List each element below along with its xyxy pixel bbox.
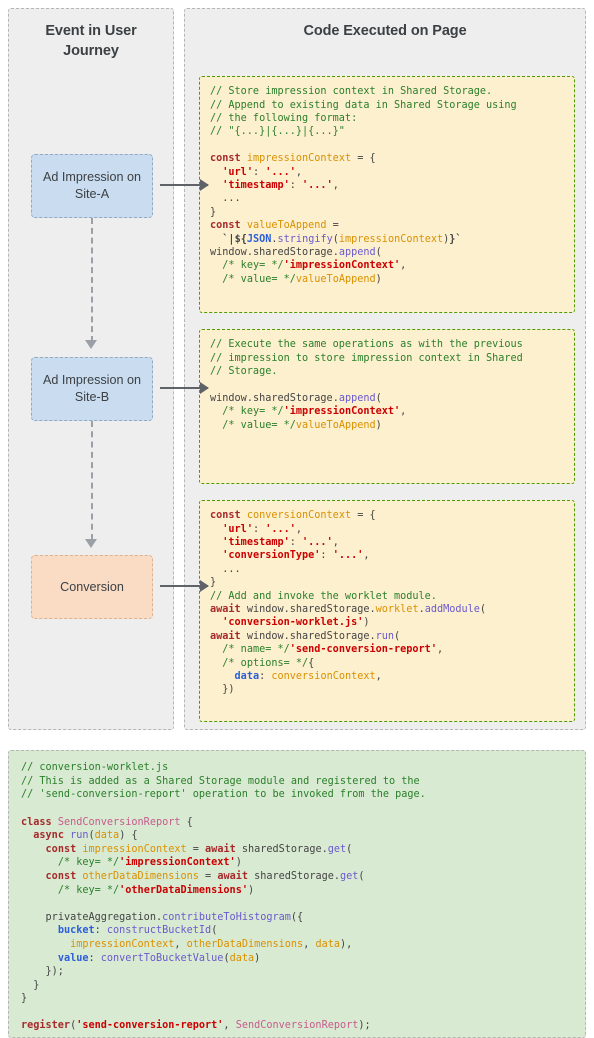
flow-box-label: Ad Impression on Site-A [42, 170, 141, 201]
code-block-conversion-worklet: // conversion-worklet.js // This is adde… [8, 750, 586, 1038]
code-block-impression-site-b: // Execute the same operations as with t… [199, 329, 575, 485]
flow-box-label: Ad Impression on Site-B [42, 373, 141, 404]
arrow-impression-a-to-code [160, 179, 209, 191]
code-block-impression-site-a: // Store impression context in Shared St… [199, 76, 575, 314]
left-panel-title: Event in User Journey [45, 23, 137, 59]
flow-box-ad-impression-site-a[interactable]: Ad Impression on Site-A [31, 154, 153, 218]
top-area: Event in User Journey Ad Impression on S… [8, 8, 586, 730]
event-journey-panel: Event in User Journey Ad Impression on S… [8, 8, 174, 730]
code-block-conversion: const conversionContext = { 'url': '...'… [199, 500, 575, 723]
arrow-conversion-to-code [160, 580, 209, 592]
code-executed-panel: Code Executed on Page // Store impressio… [184, 8, 586, 730]
diagram-root: Event in User Journey Ad Impression on S… [0, 0, 594, 1038]
connector-impression-b-to-conversion [91, 421, 93, 540]
arrow-impression-b-to-code [160, 382, 209, 394]
arrowhead-down-1 [85, 340, 97, 349]
flow-box-label: Conversion [60, 579, 124, 594]
connector-impression-a-to-impression-b [91, 218, 93, 342]
flow-box-conversion[interactable]: Conversion [31, 555, 153, 619]
flow-box-ad-impression-site-b[interactable]: Ad Impression on Site-B [31, 357, 153, 421]
right-panel-title: Code Executed on Page [303, 23, 467, 39]
arrowhead-down-2 [85, 539, 97, 548]
